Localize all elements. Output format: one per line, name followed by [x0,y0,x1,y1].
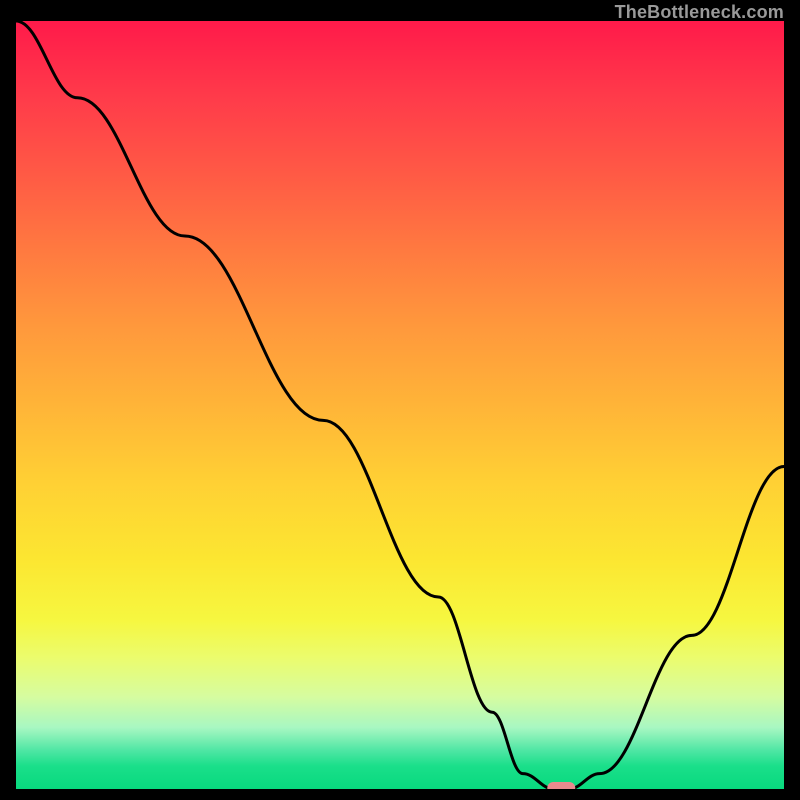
chart-overlay [16,21,784,789]
optimal-marker [547,782,575,789]
bottleneck-curve-line [16,21,784,789]
chart-wrap: TheBottleneck.com [0,0,800,800]
watermark-text: TheBottleneck.com [615,2,784,23]
